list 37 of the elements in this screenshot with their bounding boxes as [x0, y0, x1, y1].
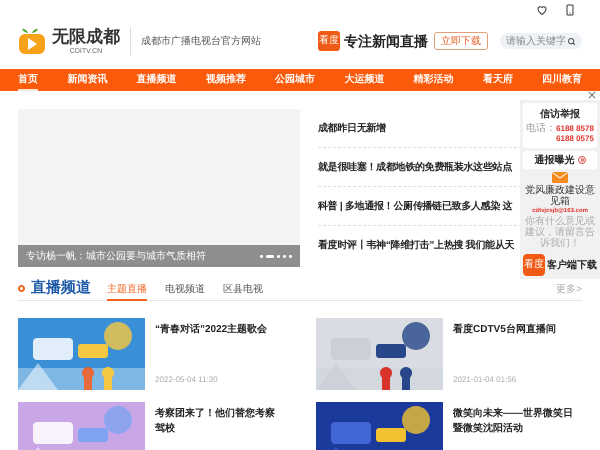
card-date: 2021-01-04 01:56 — [453, 374, 518, 386]
close-icon[interactable] — [588, 91, 596, 99]
search-icon[interactable] — [567, 36, 576, 46]
site-tagline: 成都市广播电视台官方网站 — [141, 34, 261, 48]
card-title[interactable]: 考察团来了！他们替您考察驾校 — [155, 406, 284, 436]
section-tab[interactable]: 电视频道 — [165, 282, 205, 301]
app-badge-icon: 看度 — [523, 254, 545, 276]
envelope-icon — [552, 172, 568, 183]
app-download-link[interactable]: 看度 客户端下载 — [523, 254, 597, 276]
mailbox-note: 你有什么意见或建议，请留言告诉我们！ — [524, 216, 596, 249]
section-tab[interactable]: 区县电视 — [223, 282, 263, 301]
card-title[interactable]: “青春对话”2022主题歌会 — [155, 322, 268, 337]
tv-logo-icon — [18, 26, 46, 56]
arrow-circle-icon — [578, 156, 586, 164]
search-field[interactable]: 请输入关键字 — [500, 33, 582, 49]
site-name: 无限成都 — [52, 26, 120, 46]
slogan: 专注新闻直播 — [344, 32, 428, 50]
carousel-caption: 专访杨一帆：城市公园要与城市气质相符 — [26, 250, 207, 264]
app-download-text: 客户端下载 — [547, 258, 597, 272]
download-button[interactable]: 立即下载 — [434, 32, 488, 50]
app-badge-icon: 看度 — [318, 31, 340, 51]
mailbox-title: 党风廉政建设意见箱 — [524, 185, 596, 207]
section-title: 直播频道 — [31, 279, 91, 297]
card-date: 2022-05-04 11:30 — [155, 374, 219, 386]
card-title[interactable]: 看度CDTV5台网直播间 — [453, 322, 556, 337]
expose-link[interactable]: 通报曝光 — [523, 151, 597, 169]
report-title: 信访举报 — [540, 107, 580, 122]
heart-icon[interactable] — [536, 4, 548, 16]
news-headline[interactable]: 成都昨日无新增 — [318, 120, 386, 136]
phone-icon[interactable] — [564, 4, 576, 16]
phone-number: 6188 0575 — [556, 134, 594, 144]
phone-label: 电话： — [526, 124, 556, 134]
phone-number: 6188 8578 — [556, 124, 594, 134]
news-headline[interactable]: 就是很哇塞！成都地铁的免费瓶装水这些站点 — [318, 160, 512, 174]
news-headline[interactable]: 看度时评丨韦神“降维打击”上热搜 我们能从天 — [318, 238, 514, 253]
card-title[interactable]: 微笑向未来——世界微笑日暨微笑沈阳活动 — [453, 406, 582, 436]
news-headline[interactable]: 科普 | 多地通报！公厕传播链已致多人感染 这 — [318, 198, 512, 214]
